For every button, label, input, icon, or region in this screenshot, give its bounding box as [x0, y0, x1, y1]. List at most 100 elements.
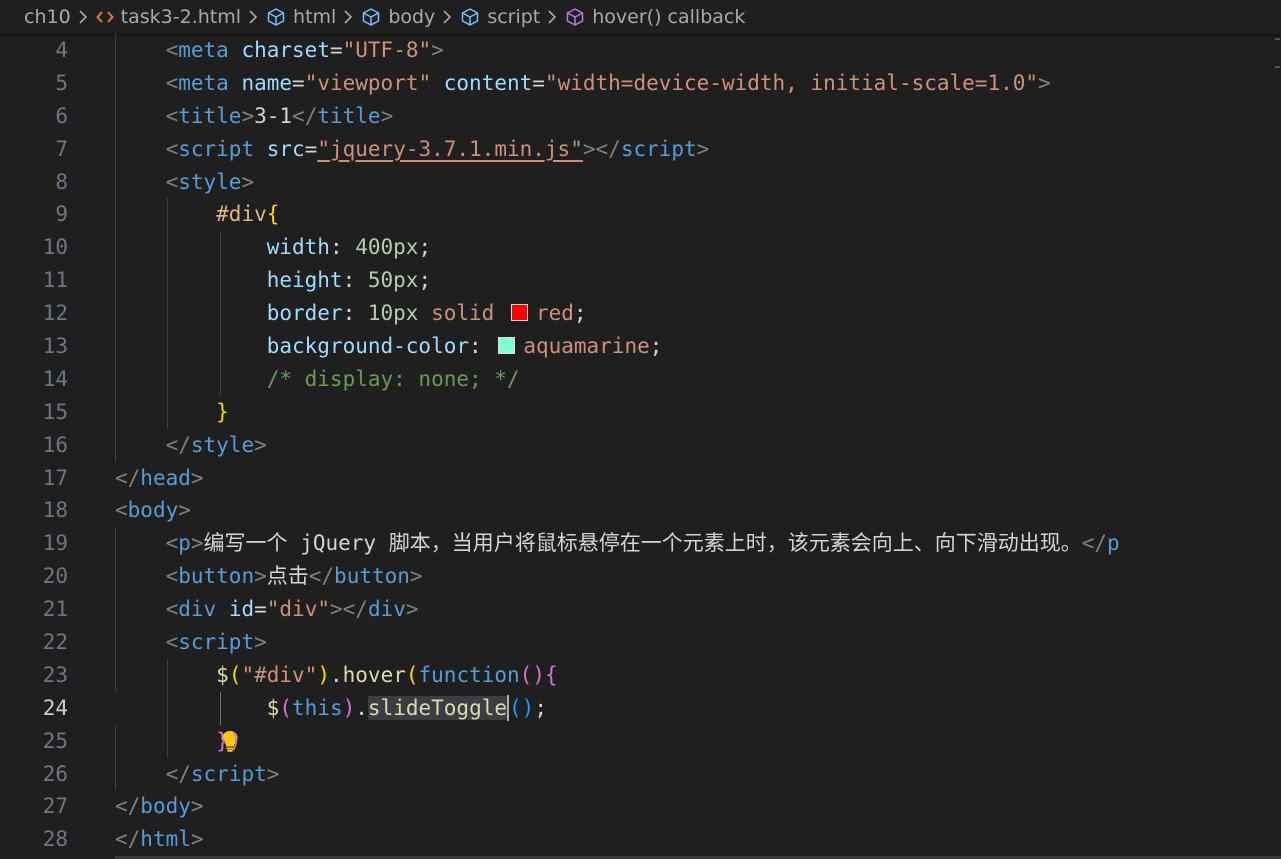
code-text: <title>3-1</title> — [165, 103, 394, 128]
code-line[interactable]: 26 </script> — [0, 757, 1281, 791]
code-line[interactable]: 11 height: 50px; — [0, 264, 1281, 298]
line-number: 16 — [42, 432, 68, 457]
code-text: width: 400px; — [266, 235, 432, 260]
code-line[interactable]: 5 <meta name="viewport" content="width=d… — [0, 66, 1281, 100]
line-number: 11 — [42, 268, 68, 293]
code-text: $(this).slideToggle(); — [266, 694, 547, 721]
color-swatch-aquamarine[interactable] — [498, 337, 516, 355]
code-text: </script> — [165, 761, 280, 786]
breadcrumb-label: task3-2.html — [120, 6, 242, 28]
code-text: </body> — [115, 794, 204, 819]
breadcrumb-item-folder[interactable]: ch10 — [24, 6, 71, 28]
chevron-right-icon — [343, 9, 353, 25]
line-number: 20 — [42, 564, 68, 589]
code-line[interactable]: 6 <title>3-1</title> — [0, 99, 1281, 133]
code-line[interactable]: 8 <style> — [0, 165, 1281, 199]
code-line[interactable]: 19 <p>编写一个 jQuery 脚本，当用户将鼠标悬停在一个元素上时，该元素… — [0, 527, 1281, 561]
breadcrumb-label: ch10 — [24, 6, 71, 28]
html-file-icon — [95, 9, 114, 25]
line-number: 10 — [42, 235, 68, 260]
code-line[interactable]: 16 </style> — [0, 428, 1281, 462]
code-text: height: 50px; — [266, 268, 432, 293]
code-line[interactable]: 17 </head> — [0, 462, 1281, 495]
line-number: 18 — [42, 498, 68, 523]
line-number: 26 — [42, 761, 68, 786]
code-line[interactable]: 22 <script> — [0, 626, 1281, 659]
code-line[interactable]: 23 $("#div").hover(function(){ — [0, 658, 1281, 692]
code-text: </style> — [165, 432, 267, 457]
code-line[interactable]: 7 <script src="jquery-3.7.1.min.js"></sc… — [0, 132, 1281, 166]
breadcrumb-label: hover() callback — [592, 6, 746, 28]
code-line[interactable]: 10 width: 400px; — [0, 231, 1281, 265]
code-text: <script src="jquery-3.7.1.min.js"></scri… — [165, 136, 710, 161]
code-text: /* display: none; */ — [266, 366, 520, 391]
line-number: 14 — [42, 366, 68, 391]
color-swatch-red[interactable] — [510, 304, 528, 322]
symbol-element-icon — [361, 7, 381, 27]
code-line[interactable]: 18 <body> — [0, 494, 1281, 527]
line-number: 25 — [42, 728, 68, 753]
code-line[interactable]: 12 border: 10px solid red; — [0, 297, 1281, 331]
breadcrumb-item-body[interactable]: body — [361, 6, 435, 28]
code-text: background-color: aquamarine; — [266, 334, 663, 359]
code-text: <body> — [115, 498, 191, 523]
code-line[interactable]: 27 </body> — [0, 790, 1281, 823]
chevron-right-icon — [248, 9, 258, 25]
code-line[interactable]: 21 <div id="div"></div> — [0, 593, 1281, 627]
symbol-method-icon — [565, 7, 585, 27]
code-text: <p>编写一个 jQuery 脚本，当用户将鼠标悬停在一个元素上时，该元素会向上… — [165, 531, 1120, 556]
code-text: border: 10px solid red; — [266, 301, 587, 326]
breadcrumb-item-file[interactable]: task3-2.html — [95, 6, 242, 28]
code-text: }) — [216, 728, 242, 753]
line-number: 5 — [55, 70, 68, 95]
breadcrumb-label: html — [293, 6, 337, 28]
code-text: #div{ — [216, 202, 280, 227]
code-line[interactable]: 13 background-color: aquamarine; — [0, 330, 1281, 363]
chevron-right-icon — [547, 9, 557, 25]
line-number: 9 — [55, 202, 68, 227]
code-editor[interactable]: ch10 task3-2.html html body script hover… — [0, 0, 1281, 859]
line-number: 8 — [55, 169, 68, 194]
line-number: 12 — [42, 301, 68, 326]
code-line[interactable]: 15 } — [0, 395, 1281, 429]
breadcrumb-item-html[interactable]: html — [266, 6, 336, 28]
code-text: </html> — [115, 827, 204, 852]
code-line[interactable]: 4 <meta charset="UTF-8"> — [0, 34, 1281, 67]
code-line[interactable]: 28 </html> — [0, 823, 1281, 856]
file-link[interactable]: "jquery-3.7.1.min.js" — [317, 137, 583, 161]
code-text: <style> — [165, 169, 255, 194]
breadcrumb: ch10 task3-2.html html body script hover… — [0, 0, 1281, 34]
line-number: 7 — [55, 136, 68, 161]
breadcrumb-item-callback[interactable]: hover() callback — [565, 6, 745, 28]
line-number: 21 — [42, 597, 68, 622]
breadcrumb-label: body — [388, 6, 436, 28]
code-text: } — [216, 399, 229, 424]
chevron-right-icon — [78, 9, 88, 25]
code-text: <script> — [165, 630, 267, 655]
code-text: <div id="div"></div> — [165, 597, 419, 622]
selected-word[interactable]: slideToggle — [367, 695, 508, 720]
code-line-active[interactable]: 24 $(this).slideToggle(); — [0, 691, 1281, 752]
line-number: 23 — [42, 662, 68, 687]
code-line[interactable]: 20 <button>点击</button> — [0, 560, 1281, 594]
line-number: 19 — [42, 531, 68, 556]
symbol-element-icon — [266, 7, 286, 27]
line-number: 28 — [42, 827, 68, 852]
code-line[interactable]: 14 /* display: none; */ — [0, 362, 1281, 396]
line-number: 17 — [42, 465, 68, 490]
breadcrumb-label: script — [487, 6, 541, 28]
code-area[interactable]: 4 <meta charset="UTF-8"> 5 <meta name="v… — [0, 34, 1281, 856]
code-text: <meta charset="UTF-8"> — [165, 38, 444, 62]
code-text: <meta name="viewport" content="width=dev… — [165, 70, 1051, 95]
line-number: 22 — [42, 630, 68, 655]
code-text: </head> — [115, 465, 204, 490]
code-line[interactable]: 25 }) — [0, 724, 1281, 758]
line-number: 4 — [55, 38, 68, 62]
code-line[interactable]: 9 #div{ — [0, 198, 1281, 232]
code-text: $("#div").hover(function(){ — [216, 662, 558, 687]
line-number: 15 — [42, 399, 68, 424]
chevron-right-icon — [442, 9, 452, 25]
line-number: 24 — [42, 695, 68, 720]
breadcrumb-item-script[interactable]: script — [460, 6, 540, 28]
line-number: 6 — [55, 103, 68, 128]
